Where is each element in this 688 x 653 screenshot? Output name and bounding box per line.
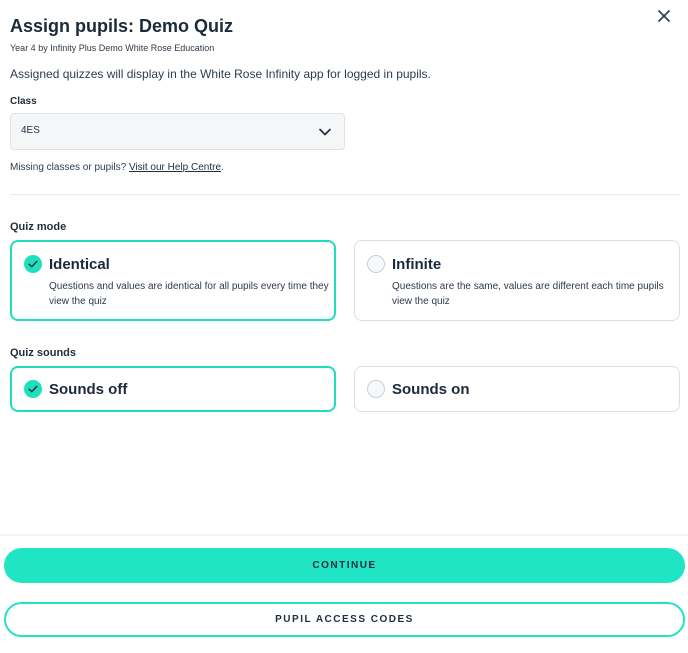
class-select[interactable]: 4ES xyxy=(10,113,345,150)
divider xyxy=(10,194,680,195)
footer-divider xyxy=(0,534,688,536)
help-prefix: Missing classes or pupils? xyxy=(10,162,129,173)
option-title: Sounds off xyxy=(49,381,128,398)
chevron-down-icon xyxy=(319,128,331,136)
class-label: Class xyxy=(10,96,37,107)
option-title: Identical xyxy=(49,256,110,273)
close-button[interactable] xyxy=(652,4,676,28)
quiz-mode-label: Quiz mode xyxy=(10,221,67,233)
quiz-sounds-label: Quiz sounds xyxy=(10,347,76,359)
option-description: Questions and values are identical for a… xyxy=(49,281,329,307)
page-subtitle: Year 4 by Infinity Plus Demo White Rose … xyxy=(10,43,215,53)
help-text: Missing classes or pupils? Visit our Hel… xyxy=(10,162,224,173)
option-title: Sounds on xyxy=(392,381,470,398)
help-centre-link[interactable]: Visit our Help Centre xyxy=(129,162,221,173)
quiz-mode-identical-option[interactable]: Identical Questions and values are ident… xyxy=(10,240,336,321)
radio-empty-icon xyxy=(367,255,385,273)
help-suffix: . xyxy=(221,162,224,173)
check-icon xyxy=(24,380,42,398)
continue-button[interactable]: CONTINUE xyxy=(4,548,685,583)
class-select-value: 4ES xyxy=(21,125,40,136)
sounds-off-option[interactable]: Sounds off xyxy=(10,366,336,412)
radio-empty-icon xyxy=(367,380,385,398)
close-icon[interactable] xyxy=(652,4,676,28)
page-title: Assign pupils: Demo Quiz xyxy=(10,16,234,36)
quiz-mode-infinite-option[interactable]: Infinite Questions are the same, values … xyxy=(354,240,680,321)
info-text: Assigned quizzes will display in the Whi… xyxy=(10,67,431,81)
pupil-access-codes-button[interactable]: PUPIL ACCESS CODES xyxy=(4,602,685,637)
option-description: Questions are the same, values are diffe… xyxy=(392,281,664,307)
option-title: Infinite xyxy=(392,256,442,273)
check-icon xyxy=(24,255,42,273)
sounds-on-option[interactable]: Sounds on xyxy=(354,366,680,412)
